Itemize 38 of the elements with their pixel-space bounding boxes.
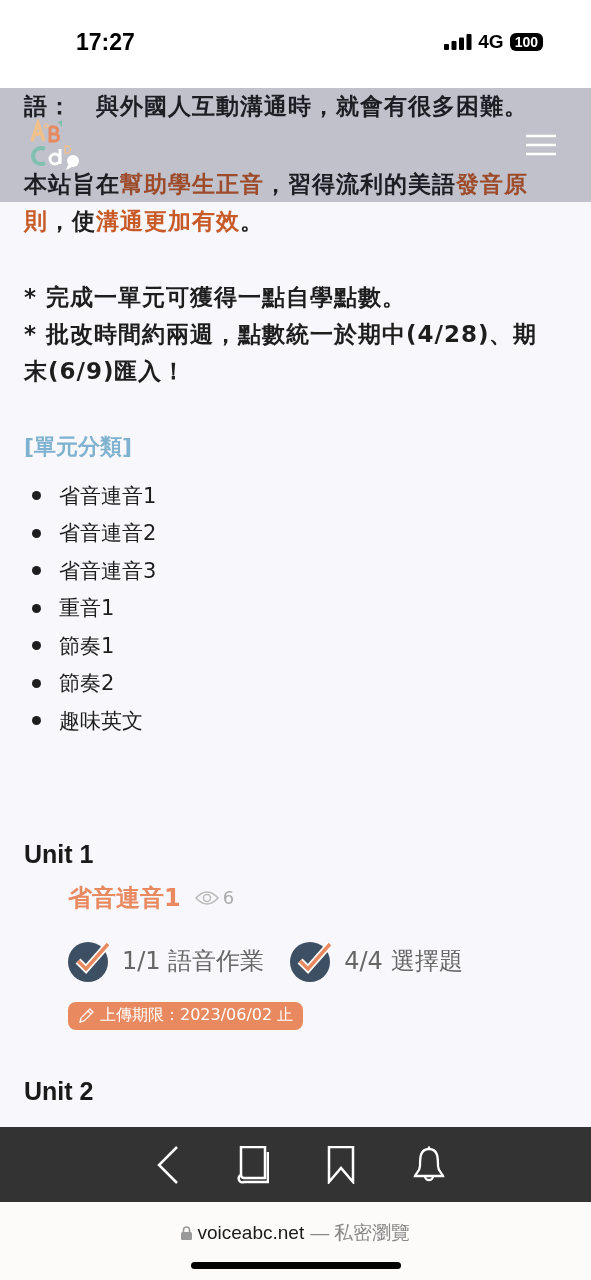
eye-icon (194, 889, 219, 906)
note-text: * 批改時間約兩週，點數統一於期中(4/28)、期末(6/9)匯入！ (24, 320, 539, 386)
bookmark-icon[interactable] (326, 1145, 355, 1184)
category-item: 省音連音2 (59, 520, 157, 548)
clock-time: 17:27 (76, 28, 135, 56)
lock-icon (180, 1226, 192, 1240)
back-icon[interactable] (156, 1145, 179, 1184)
deadline-text: 上傳期限：2023/06/02 止 (100, 1005, 294, 1026)
note-text: * 完成一單元可獲得一點自學點數。 (24, 283, 408, 312)
paragraph: 本站旨在幫助學生正音，習得流利的美語發音原則，使溝通更加有效。 (24, 170, 529, 236)
view-count: 6 (222, 887, 235, 908)
url-domain[interactable]: voiceabc.net (197, 1222, 305, 1244)
battery-level: 100 (509, 33, 543, 51)
signal-icon (444, 34, 473, 50)
bullet-icon (32, 528, 41, 538)
category-item: 節奏2 (59, 670, 115, 698)
category-item: 重音1 (59, 595, 115, 623)
category-item: 趣味英文 (59, 707, 143, 735)
bullet-icon (32, 678, 41, 688)
category-item: 省音連音3 (59, 557, 157, 585)
book-icon[interactable] (236, 1145, 269, 1184)
browsing-mode: — 私密瀏覽 (310, 1221, 411, 1245)
network-label: 4G (478, 31, 504, 53)
task-status: 4/4 選擇題 (344, 945, 463, 977)
category-heading: [單元分類] (24, 433, 134, 461)
bullet-icon (32, 491, 41, 501)
bullet-icon (32, 566, 41, 576)
category-item: 節奏1 (59, 632, 115, 660)
unit-heading: Unit 1 (24, 838, 95, 870)
pencil-icon (78, 1007, 94, 1024)
category-item: 省音連音1 (59, 482, 157, 510)
bullet-icon (32, 716, 41, 726)
bullet-icon (32, 641, 41, 651)
bell-icon[interactable] (412, 1145, 445, 1184)
bullet-icon (32, 603, 41, 613)
paragraph: 語： 與外國人互動溝通時，就會有很多困難。 (24, 92, 529, 121)
unit-heading: Unit 2 (24, 1075, 95, 1107)
task-status: 1/1 語音作業 (122, 945, 265, 977)
